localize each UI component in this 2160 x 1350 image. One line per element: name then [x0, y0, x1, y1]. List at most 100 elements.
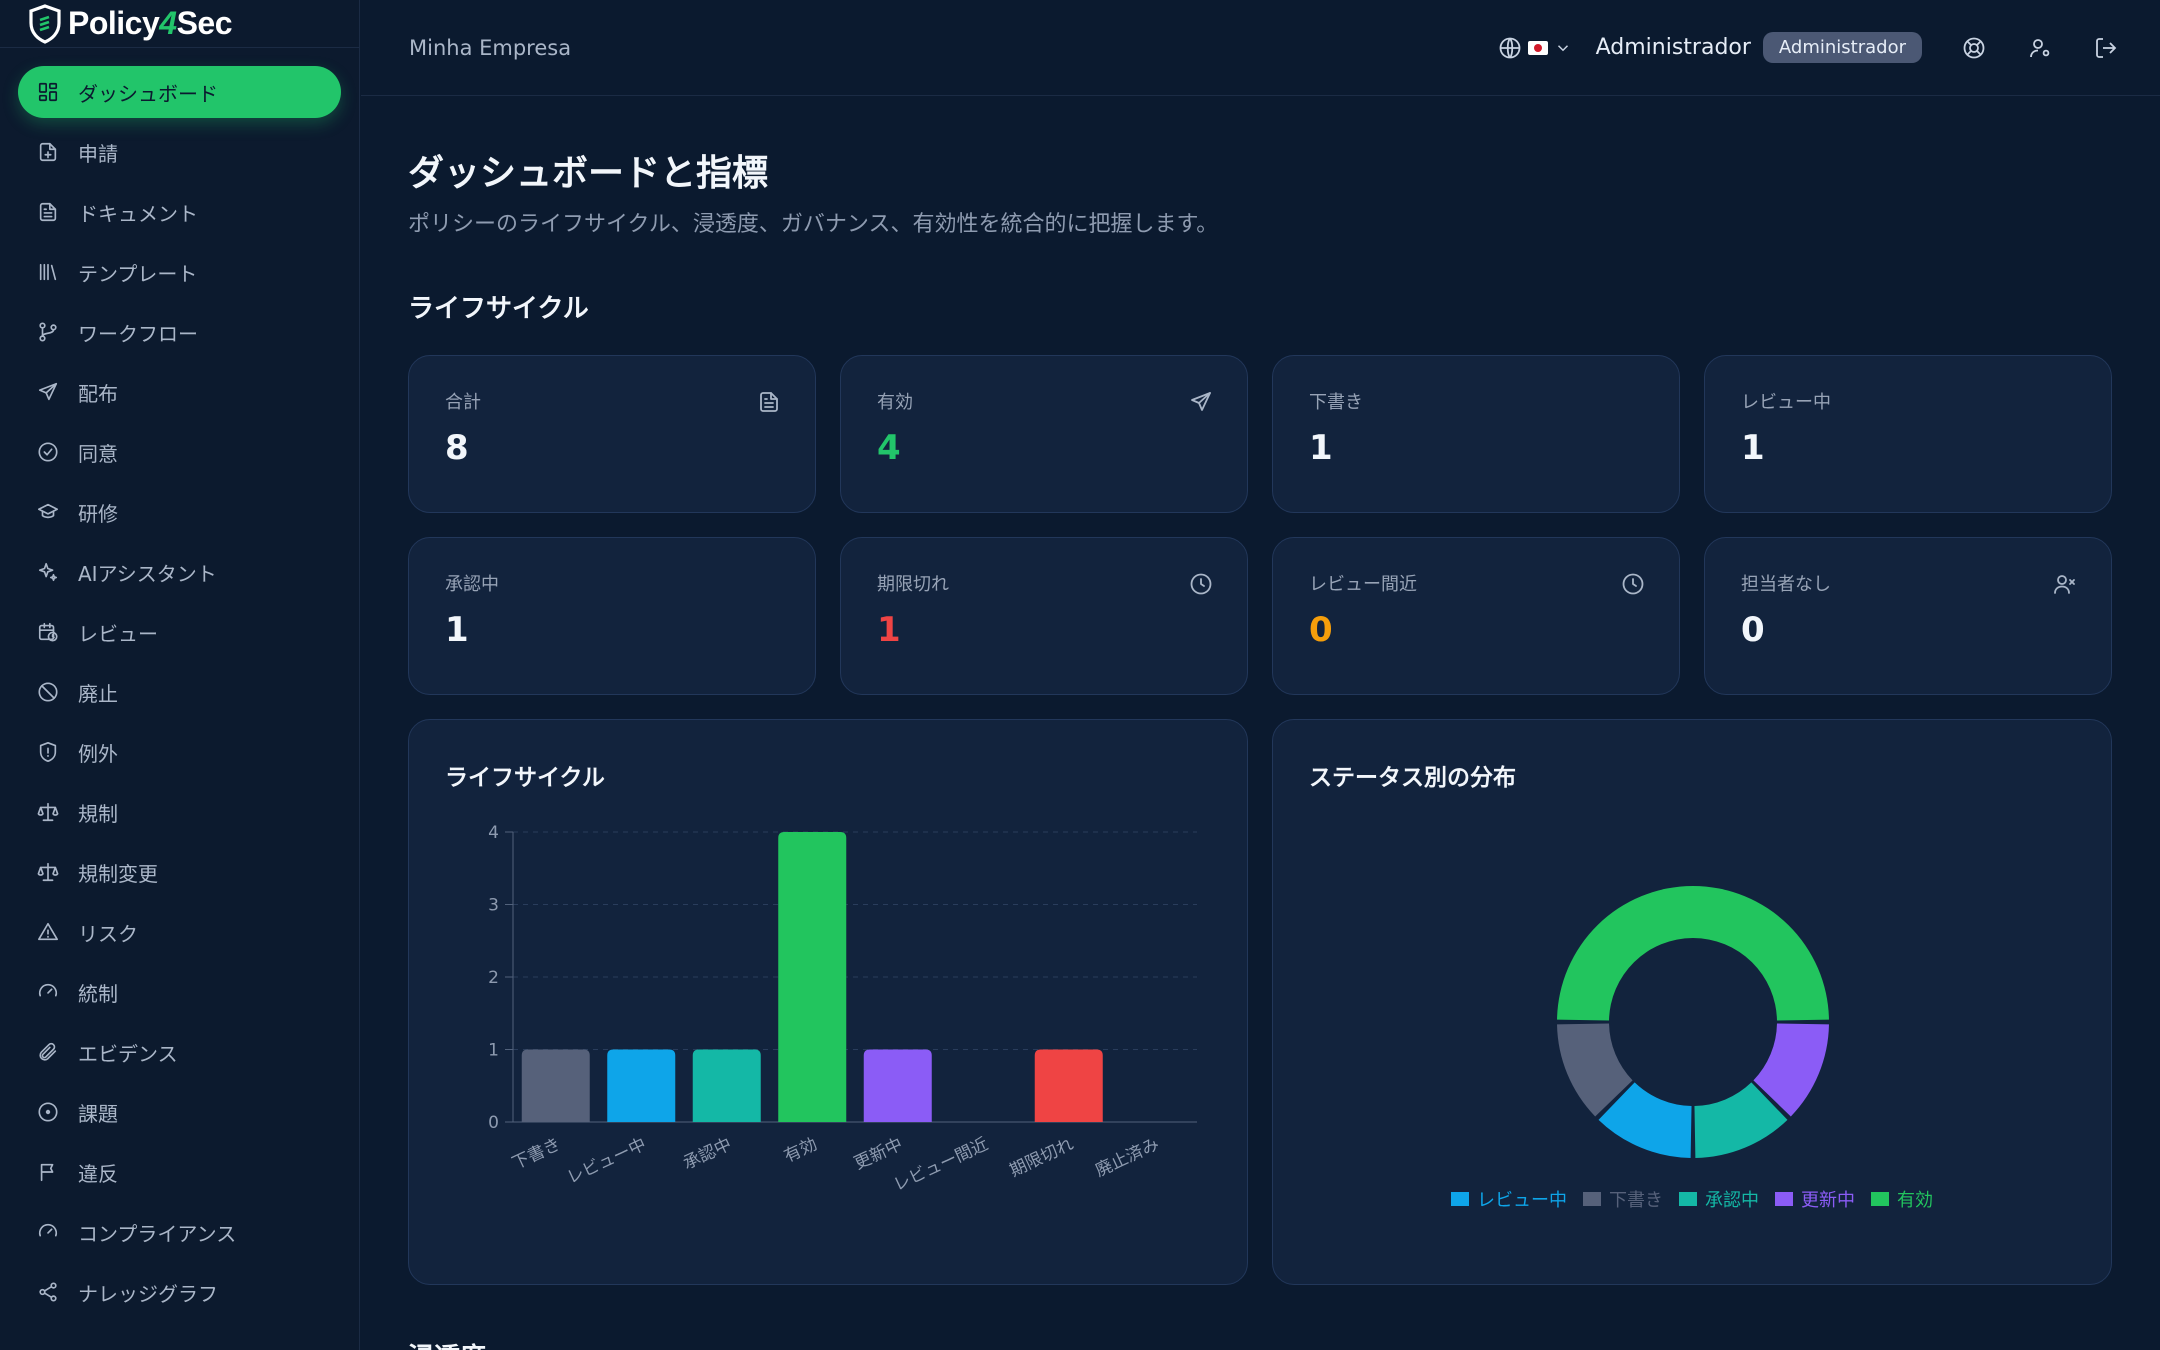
sidebar-item[interactable]: ドキュメント — [18, 186, 341, 238]
legend-label: 下書き — [1609, 1190, 1663, 1211]
x-tick-label: レビュー中 — [564, 1134, 649, 1188]
language-selector[interactable] — [1498, 36, 1572, 60]
sidebar-item[interactable]: 例外 — [18, 726, 341, 778]
metric-card[interactable]: 承認中 1 — [408, 537, 816, 695]
metric-value: 8 — [445, 428, 469, 468]
help-icon[interactable] — [1960, 34, 1988, 62]
legend-item[interactable]: 有効 — [1871, 1186, 1933, 1212]
sidebar-item-label: 例外 — [78, 741, 118, 766]
y-tick-label: 3 — [488, 896, 499, 916]
sidebar-item-label: レビュー — [78, 621, 158, 646]
sidebar-item[interactable]: 廃止 — [18, 666, 341, 718]
x-tick-label: 期限切れ — [1007, 1134, 1077, 1181]
sidebar-item[interactable]: 配布 — [18, 366, 341, 418]
dashboard-icon — [36, 80, 60, 104]
gauge-icon — [36, 1220, 60, 1244]
sidebar-item-label: ナレッジグラフ — [78, 1281, 218, 1306]
x-tick-label: 下書き — [509, 1134, 564, 1174]
lifecycle-bar-chart: 0 1 2 3 4 下書き レビュー中 承認中 有効 更新中レビュー間近 期限切れ 廃止済み — [488, 823, 1197, 1196]
document-icon — [36, 200, 60, 224]
sidebar-item-label: 課題 — [78, 1101, 118, 1126]
legend-item[interactable]: 更新中 — [1775, 1186, 1855, 1212]
clock-icon — [1189, 572, 1213, 596]
sidebar-item-label: テンプレート — [78, 261, 198, 286]
dot-circle-icon — [36, 1100, 60, 1124]
sidebar-item[interactable]: 違反 — [18, 1146, 341, 1198]
legend-label: レビュー中 — [1477, 1190, 1567, 1211]
metric-label: レビュー中 — [1741, 392, 1831, 413]
y-tick-label: 2 — [488, 968, 499, 988]
metric-card[interactable]: 期限切れ 1 — [840, 537, 1248, 695]
metric-label: 有効 — [877, 392, 913, 413]
logout-icon[interactable] — [2092, 34, 2120, 62]
sidebar-item-label: 配布 — [78, 381, 118, 406]
sidebar-item-label: 同意 — [78, 441, 118, 466]
sidebar-item[interactable]: 規制 — [18, 786, 341, 838]
metric-card[interactable]: レビュー間近 0 — [1272, 537, 1680, 695]
company-name[interactable]: Minha Empresa — [409, 36, 571, 60]
status-donut-chart — [1557, 885, 1829, 1158]
shield-logo-icon — [29, 3, 61, 44]
metric-card[interactable]: 有効 4 — [840, 355, 1248, 513]
status-distribution-chart-card: ステータス別の分布 レビュー中 下書き 承認中 更新中 有効 — [1272, 719, 2112, 1285]
metric-card[interactable]: 担当者なし 0 — [1704, 537, 2112, 695]
sidebar-item[interactable]: 課題 — [18, 1086, 341, 1138]
sidebar-item[interactable]: レビュー — [18, 606, 341, 658]
role-badge: Administrador — [1762, 32, 1922, 63]
sidebar-item[interactable]: エビデンス — [18, 1026, 341, 1078]
sidebar-item[interactable]: ナレッジグラフ — [18, 1266, 341, 1318]
metric-value: 1 — [877, 610, 901, 650]
metric-card[interactable]: 下書き 1 — [1272, 355, 1680, 513]
calendar-clock-icon — [36, 620, 60, 644]
user-settings-icon[interactable] — [2026, 34, 2054, 62]
share-icon — [36, 1280, 60, 1304]
metric-value: 0 — [1309, 610, 1333, 650]
metric-value: 1 — [1309, 428, 1333, 468]
sidebar-item[interactable]: ダッシュボード — [18, 66, 341, 118]
sidebar-item[interactable]: リスク — [18, 906, 341, 958]
donut-slice — [1557, 885, 1829, 1021]
git-branch-icon — [36, 320, 60, 344]
sidebar-item[interactable]: 同意 — [18, 426, 341, 478]
metric-card[interactable]: 合計 8 — [408, 355, 816, 513]
bar — [521, 1049, 590, 1122]
sidebar-item-label: 規制変更 — [78, 861, 158, 886]
sidebar-item[interactable]: テンプレート — [18, 246, 341, 298]
x-tick-label: 廃止済み — [1092, 1134, 1162, 1181]
chevron-down-icon — [1557, 44, 1568, 51]
metric-label: 期限切れ — [877, 574, 949, 595]
legend-swatch — [1583, 1192, 1601, 1206]
shield-alert-icon — [36, 740, 60, 764]
sidebar-item[interactable]: 申請 — [18, 126, 341, 178]
sidebar-item[interactable]: コンプライアンス — [18, 1206, 341, 1258]
sidebar-item-label: リスク — [78, 921, 138, 946]
legend-item[interactable]: 下書き — [1583, 1186, 1663, 1212]
x-tick-label: 有効 — [781, 1134, 820, 1166]
sidebar-item[interactable]: 研修 — [18, 486, 341, 538]
chart-legend: レビュー中 下書き 承認中 更新中 有効 — [1273, 1186, 2111, 1212]
sidebar-item[interactable]: 規制変更 — [18, 846, 341, 898]
sidebar-item-label: AIアシスタント — [78, 561, 217, 586]
clock-icon — [1621, 572, 1645, 596]
bar — [863, 1049, 932, 1122]
sidebar-item[interactable]: AIアシスタント — [18, 546, 341, 598]
sidebar: Policy4Sec ダッシュボード申請ドキュメントテンプレートワークフロー配布… — [0, 0, 360, 1350]
brand-logo[interactable]: Policy4Sec — [0, 0, 359, 48]
legend-item[interactable]: 承認中 — [1679, 1186, 1759, 1212]
sidebar-item[interactable]: 統制 — [18, 966, 341, 1018]
user-name: Administrador — [1595, 35, 1751, 60]
metric-card[interactable]: レビュー中 1 — [1704, 355, 2112, 513]
page-title: ダッシュボードと指標 — [408, 153, 769, 194]
chart-title: ステータス別の分布 — [1309, 765, 1516, 791]
bar — [778, 832, 847, 1122]
sidebar-item-label: 申請 — [78, 141, 118, 166]
send-icon — [36, 380, 60, 404]
legend-label: 承認中 — [1705, 1190, 1759, 1211]
sidebar-item-label: エビデンス — [78, 1041, 178, 1066]
sidebar-item[interactable]: ワークフロー — [18, 306, 341, 358]
scale-icon — [36, 800, 60, 824]
chart-title: ライフサイクル — [445, 765, 605, 791]
legend-swatch — [1871, 1192, 1889, 1206]
warning-icon — [36, 920, 60, 944]
legend-item[interactable]: レビュー中 — [1451, 1186, 1567, 1212]
